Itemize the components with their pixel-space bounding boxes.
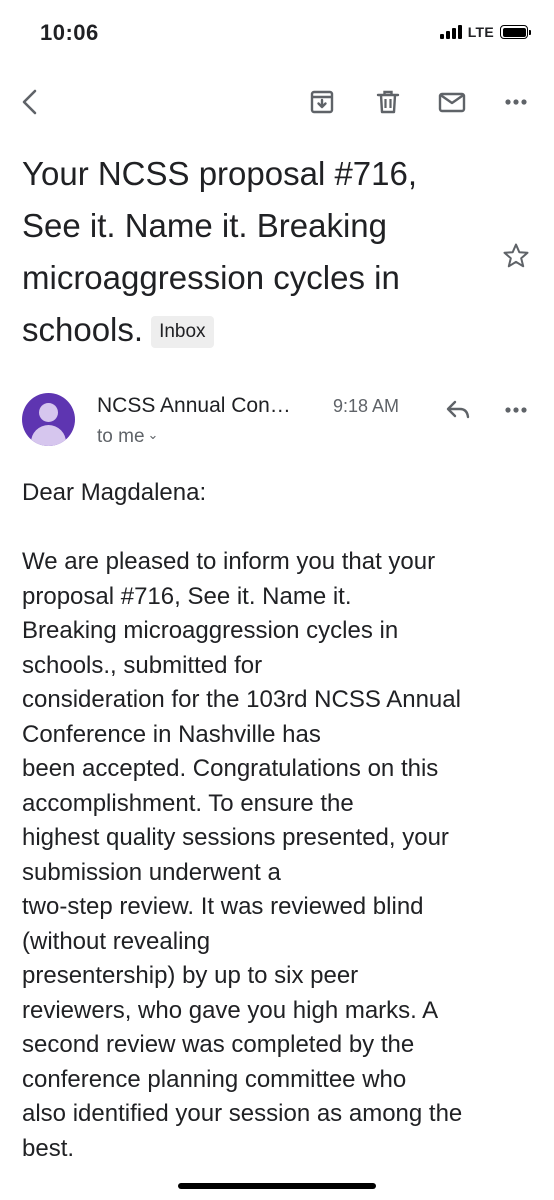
- body-line: proposal #716, See it. Name it.: [22, 582, 352, 610]
- battery-icon: [500, 25, 531, 39]
- body-line: two-step review. It was reviewed blind: [22, 893, 424, 920]
- body-line: Breaking microaggression cycles in: [22, 617, 399, 644]
- body-line: presentership) by up to six peer: [22, 962, 359, 989]
- battery-fill: [502, 27, 526, 37]
- body-line: been accepted. Congratulations on this: [22, 755, 439, 782]
- star-button[interactable]: [500, 240, 532, 272]
- more-options-button[interactable]: [498, 84, 534, 120]
- body-line: We are pleased to inform you that your: [22, 548, 436, 575]
- mail-icon: [438, 92, 466, 113]
- network-type: LTE: [467, 24, 494, 40]
- archive-icon: [310, 90, 334, 114]
- archive-button[interactable]: [304, 84, 340, 120]
- body-line: second review was completed by the: [22, 1031, 415, 1058]
- message-toolbar: [0, 76, 554, 128]
- subject-line-text: schools.: [22, 311, 144, 348]
- status-time: 10:06: [40, 20, 99, 45]
- avatar[interactable]: [22, 393, 75, 446]
- reply-button[interactable]: [440, 394, 476, 426]
- message-more-button[interactable]: [498, 394, 534, 426]
- body-line: consideration for the 103rd NCSS Annual: [22, 686, 461, 713]
- subject-line: microaggression cycles in: [22, 259, 400, 296]
- message-time: 9:18 AM: [333, 396, 400, 416]
- body-line: also identified your session as among th…: [22, 1100, 463, 1127]
- body-line: reviewers, who gave you high marks. A: [22, 996, 439, 1024]
- more-horizontal-icon: [505, 99, 527, 105]
- star-icon: [503, 243, 529, 268]
- sender-name[interactable]: NCSS Annual Con…: [97, 394, 291, 418]
- body-line: best.: [22, 1134, 75, 1162]
- body-line: conference planning committee who: [22, 1065, 407, 1093]
- subject-line: schools. Inbox: [22, 304, 482, 356]
- body-line: submission underwent a: [22, 858, 281, 886]
- body-line: accomplishment. To ensure the: [22, 789, 354, 817]
- mark-unread-button[interactable]: [434, 84, 470, 120]
- avatar-body: [31, 425, 66, 446]
- body-line: highest quality sessions presented, your: [22, 824, 449, 851]
- trash-icon: [376, 90, 400, 114]
- email-subject: Your NCSS proposal #716, See it. Name it…: [22, 148, 482, 356]
- status-indicators: LTE: [439, 24, 531, 40]
- subject-line: See it. Name it. Breaking: [22, 207, 387, 244]
- chevron-left-icon: [22, 89, 37, 115]
- more-horizontal-icon: [505, 407, 527, 413]
- reply-icon: [446, 400, 470, 419]
- sender-header: NCSS Annual Con… 9:18 AM to me ⌄: [0, 388, 554, 458]
- body-line: Conference in Nashville has: [22, 720, 321, 748]
- avatar-head: [39, 403, 58, 422]
- body-line: schools., submitted for: [22, 651, 263, 679]
- recipient-details-toggle[interactable]: to me ⌄: [97, 426, 158, 448]
- chevron-down-icon: ⌄: [147, 427, 159, 442]
- status-bar: 10:06 LTE: [0, 0, 554, 64]
- cellular-signal-icon: [439, 25, 462, 39]
- recipient-label: to me: [97, 426, 145, 447]
- back-button[interactable]: [12, 84, 48, 120]
- subject-line: Your NCSS proposal #716,: [22, 155, 418, 192]
- body-line: (without revealing: [22, 927, 211, 955]
- email-body: Dear Magdalena: We are pleased to inform…: [22, 476, 542, 1166]
- delete-button[interactable]: [370, 84, 406, 120]
- home-indicator[interactable]: [178, 1183, 376, 1189]
- greeting: Dear Magdalena:: [22, 479, 207, 506]
- inbox-label-badge[interactable]: Inbox: [151, 316, 214, 348]
